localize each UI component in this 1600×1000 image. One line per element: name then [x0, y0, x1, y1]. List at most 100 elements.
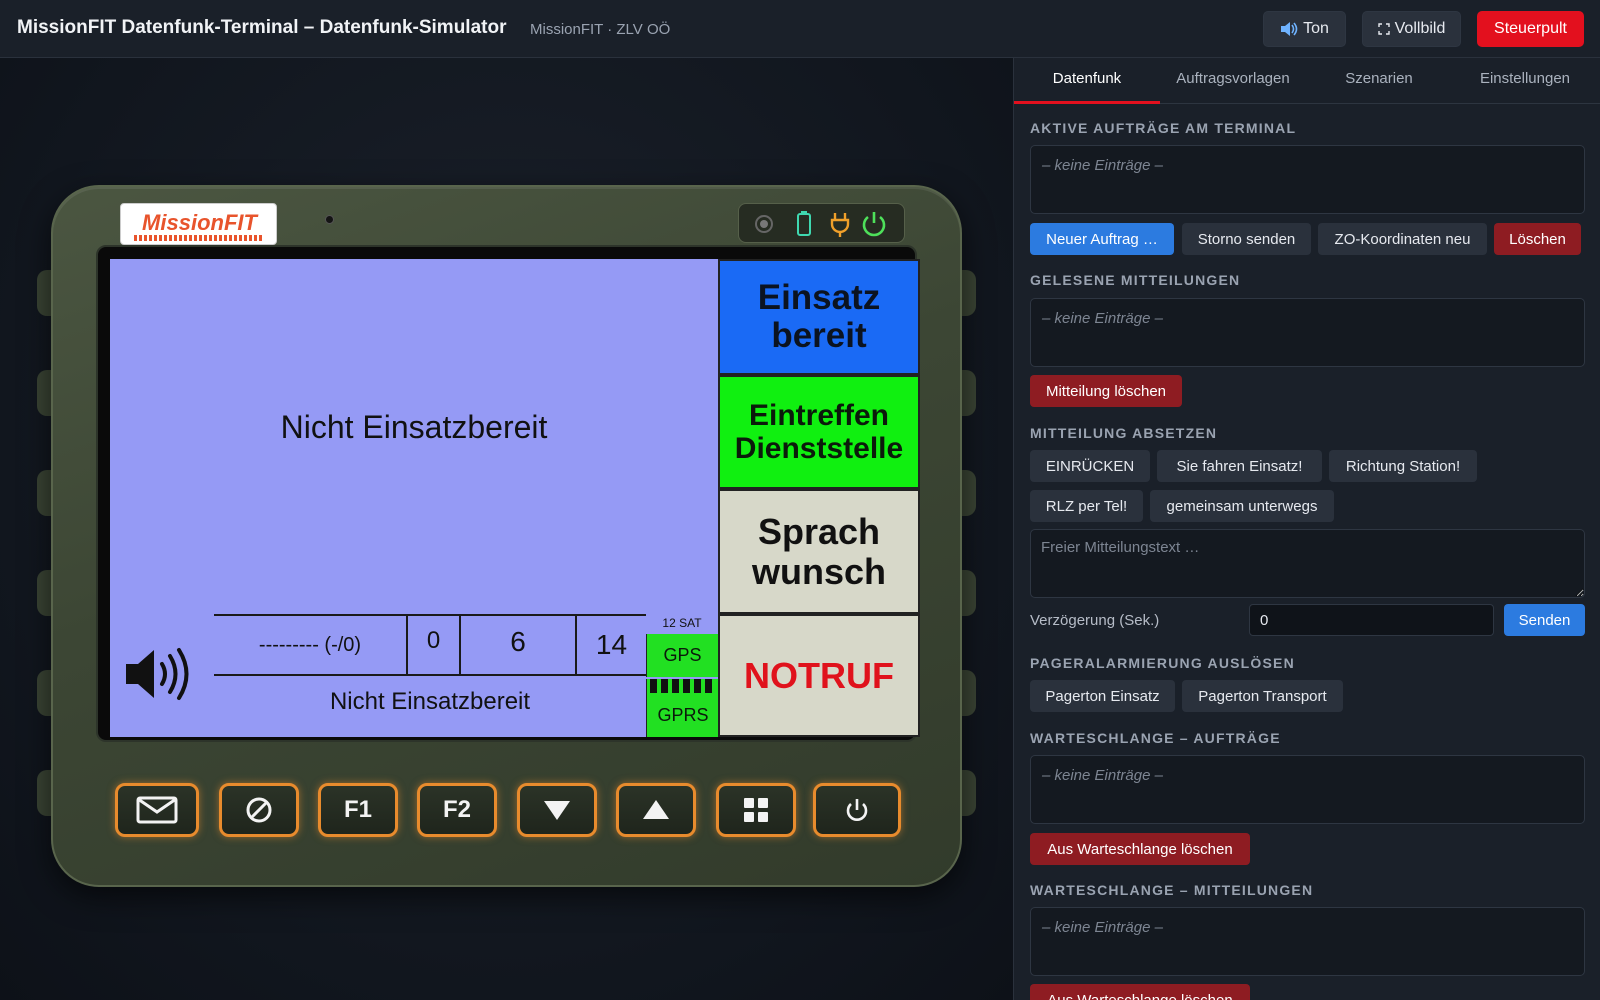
power-led-icon — [862, 212, 886, 237]
fullscreen-button-label: Vollbild — [1394, 20, 1446, 37]
status-ready-button[interactable]: Einsatz bereit — [718, 259, 920, 375]
empty-text: – keine Einträge – — [1042, 767, 1163, 784]
info-value-2: 6 — [510, 626, 526, 657]
voice-request-button[interactable]: Sprach wunsch — [718, 489, 920, 614]
terminal-screen: Nicht Einsatzbereit Einsatz bereit Eintre… — [110, 259, 920, 737]
ready-line-2: bereit — [771, 316, 867, 355]
quick-msg-station[interactable]: Richtung Station! — [1329, 450, 1477, 482]
voice-line-2: wunsch — [751, 550, 886, 592]
control-panel-button[interactable]: Steuerpult — [1477, 11, 1584, 47]
logo-stripe — [134, 235, 264, 241]
grid-icon — [744, 798, 768, 822]
mail-button[interactable] — [115, 783, 199, 837]
fullscreen-icon — [1377, 23, 1390, 35]
cancel-button[interactable] — [219, 783, 299, 837]
status-led-panel — [738, 203, 905, 243]
read-messages-list[interactable]: – keine Einträge – — [1030, 298, 1585, 367]
power-icon — [846, 799, 868, 821]
top-bar: MissionFIT Datenfunk-Terminal – Datenfun… — [0, 0, 1600, 58]
power-button[interactable] — [813, 783, 901, 837]
empty-text: – keine Einträge – — [1042, 157, 1163, 174]
prohibited-icon — [246, 797, 272, 823]
emergency-label: NOTRUF — [744, 654, 894, 696]
tab-szenarien[interactable]: Szenarien — [1306, 58, 1452, 104]
f2-button[interactable]: F2 — [417, 783, 497, 837]
queue-orders-delete-button[interactable]: Aus Warteschlange löschen — [1030, 833, 1250, 865]
gprs-label: GPRS — [657, 705, 709, 725]
status-bottom-text: Nicht Einsatzbereit — [329, 688, 531, 715]
pager-heading: Pageralarmierung auslösen — [1030, 655, 1295, 671]
tab-bar: Datenfunk Auftragsvorlagen Szenarien Ein… — [1014, 58, 1600, 104]
sound-button[interactable]: Ton — [1263, 11, 1346, 47]
screen-bezel: Nicht Einsatzbereit Einsatz bereit Eintre… — [96, 245, 920, 742]
info-table: --------- (-/0) 0 6 14 Nicht Einsatzbere… — [214, 614, 718, 737]
ready-line-1: Einsatz — [757, 277, 881, 317]
info-value-3: 14 — [595, 629, 628, 660]
control-panel-label: Steuerpult — [1494, 20, 1567, 37]
order-number: --------- (-/0) — [258, 634, 362, 656]
info-value-1: 0 — [426, 627, 441, 654]
quick-msg-unterwegs[interactable]: gemeinsam unterwegs — [1150, 490, 1334, 522]
satellite-count: 12 SAT — [662, 616, 702, 630]
queue-messages-delete-button[interactable]: Aus Warteschlange löschen — [1030, 984, 1250, 1000]
tab-einstellungen[interactable]: Einstellungen — [1452, 58, 1598, 104]
queue-orders-list[interactable]: – keine Einträge – — [1030, 755, 1585, 824]
delay-label: Verzögerung (Sek.) — [1030, 612, 1160, 629]
app-subtitle: MissionFIT · ZLV OÖ — [530, 21, 671, 38]
tab-auftragsvorlagen[interactable]: Auftragsvorlagen — [1160, 58, 1306, 104]
quick-msg-einsatz[interactable]: Sie fahren Einsatz! — [1157, 450, 1322, 482]
triangle-up-icon — [643, 800, 669, 819]
quick-msg-einruecken[interactable]: EINRÜCKEN — [1030, 450, 1150, 482]
delete-order-button[interactable]: Löschen — [1494, 223, 1581, 255]
power-plug-icon — [830, 213, 850, 237]
down-button[interactable] — [517, 783, 597, 837]
sound-button-label: Ton — [1303, 20, 1329, 37]
control-panel: Datenfunk Auftragsvorlagen Szenarien Ein… — [1013, 58, 1600, 1000]
triangle-down-icon — [544, 801, 570, 820]
send-message-heading: Mitteilung absetzen — [1030, 425, 1218, 441]
record-led-icon — [755, 215, 773, 233]
voice-line-1: Sprach — [757, 510, 881, 552]
logo-text: MissionFIT — [142, 210, 257, 235]
speaker-volume-icon[interactable] — [124, 644, 200, 704]
active-orders-heading: Aktive Aufträge am Terminal — [1030, 120, 1297, 136]
menu-button[interactable] — [716, 783, 796, 837]
speaker-icon — [1281, 22, 1298, 36]
f1-button[interactable]: F1 — [318, 783, 398, 837]
gps-indicator: GPS — [646, 634, 718, 677]
table-divider — [214, 674, 646, 676]
camera-dot — [325, 215, 334, 224]
message-textarea[interactable] — [1030, 529, 1585, 598]
empty-text: – keine Einträge – — [1042, 310, 1163, 327]
device-stage: MissionFIT Nicht Einsatzbereit Einsatz be… — [0, 58, 1013, 1000]
read-messages-heading: Gelesene Mitteilungen — [1030, 272, 1241, 288]
f2-label: F2 — [442, 796, 471, 823]
cancel-send-button[interactable]: Storno senden — [1182, 223, 1311, 255]
tab-datenfunk[interactable]: Datenfunk — [1014, 58, 1160, 104]
fullscreen-button[interactable]: Vollbild — [1362, 11, 1461, 47]
pager-transport-button[interactable]: Pagerton Transport — [1182, 680, 1343, 712]
new-order-button[interactable]: Neuer Auftrag … — [1030, 223, 1174, 255]
missionfit-logo: MissionFIT — [120, 203, 277, 245]
arrive-line-1: Eintreffen — [748, 399, 889, 432]
send-button[interactable]: Senden — [1504, 604, 1585, 636]
emergency-button[interactable]: NOTRUF — [718, 614, 920, 737]
queue-messages-heading: Warteschlange – Mitteilungen — [1030, 882, 1314, 898]
zo-coordinates-button[interactable]: ZO-Koordinaten neu — [1318, 223, 1487, 255]
up-button[interactable] — [616, 783, 696, 837]
status-main-text: Nicht Einsatzbereit — [280, 409, 548, 445]
battery-icon — [797, 211, 811, 236]
signal-bars-icon — [650, 679, 716, 693]
quick-msg-rlz[interactable]: RLZ per Tel! — [1030, 490, 1143, 522]
app-title: MissionFIT Datenfunk-Terminal – Datenfun… — [17, 17, 507, 38]
envelope-icon — [136, 796, 178, 824]
status-arrive-button[interactable]: Eintreffen Dienststelle — [718, 375, 920, 489]
delay-input[interactable] — [1249, 604, 1494, 636]
queue-orders-heading: Warteschlange – Aufträge — [1030, 730, 1281, 746]
pager-einsatz-button[interactable]: Pagerton Einsatz — [1030, 680, 1175, 712]
active-orders-list[interactable]: – keine Einträge – — [1030, 145, 1585, 214]
terminal-device: MissionFIT Nicht Einsatzbereit Einsatz be… — [51, 185, 962, 887]
delete-message-button[interactable]: Mitteilung löschen — [1030, 375, 1182, 407]
queue-messages-list[interactable]: – keine Einträge – — [1030, 907, 1585, 976]
arrive-line-2: Dienststelle — [734, 432, 904, 465]
